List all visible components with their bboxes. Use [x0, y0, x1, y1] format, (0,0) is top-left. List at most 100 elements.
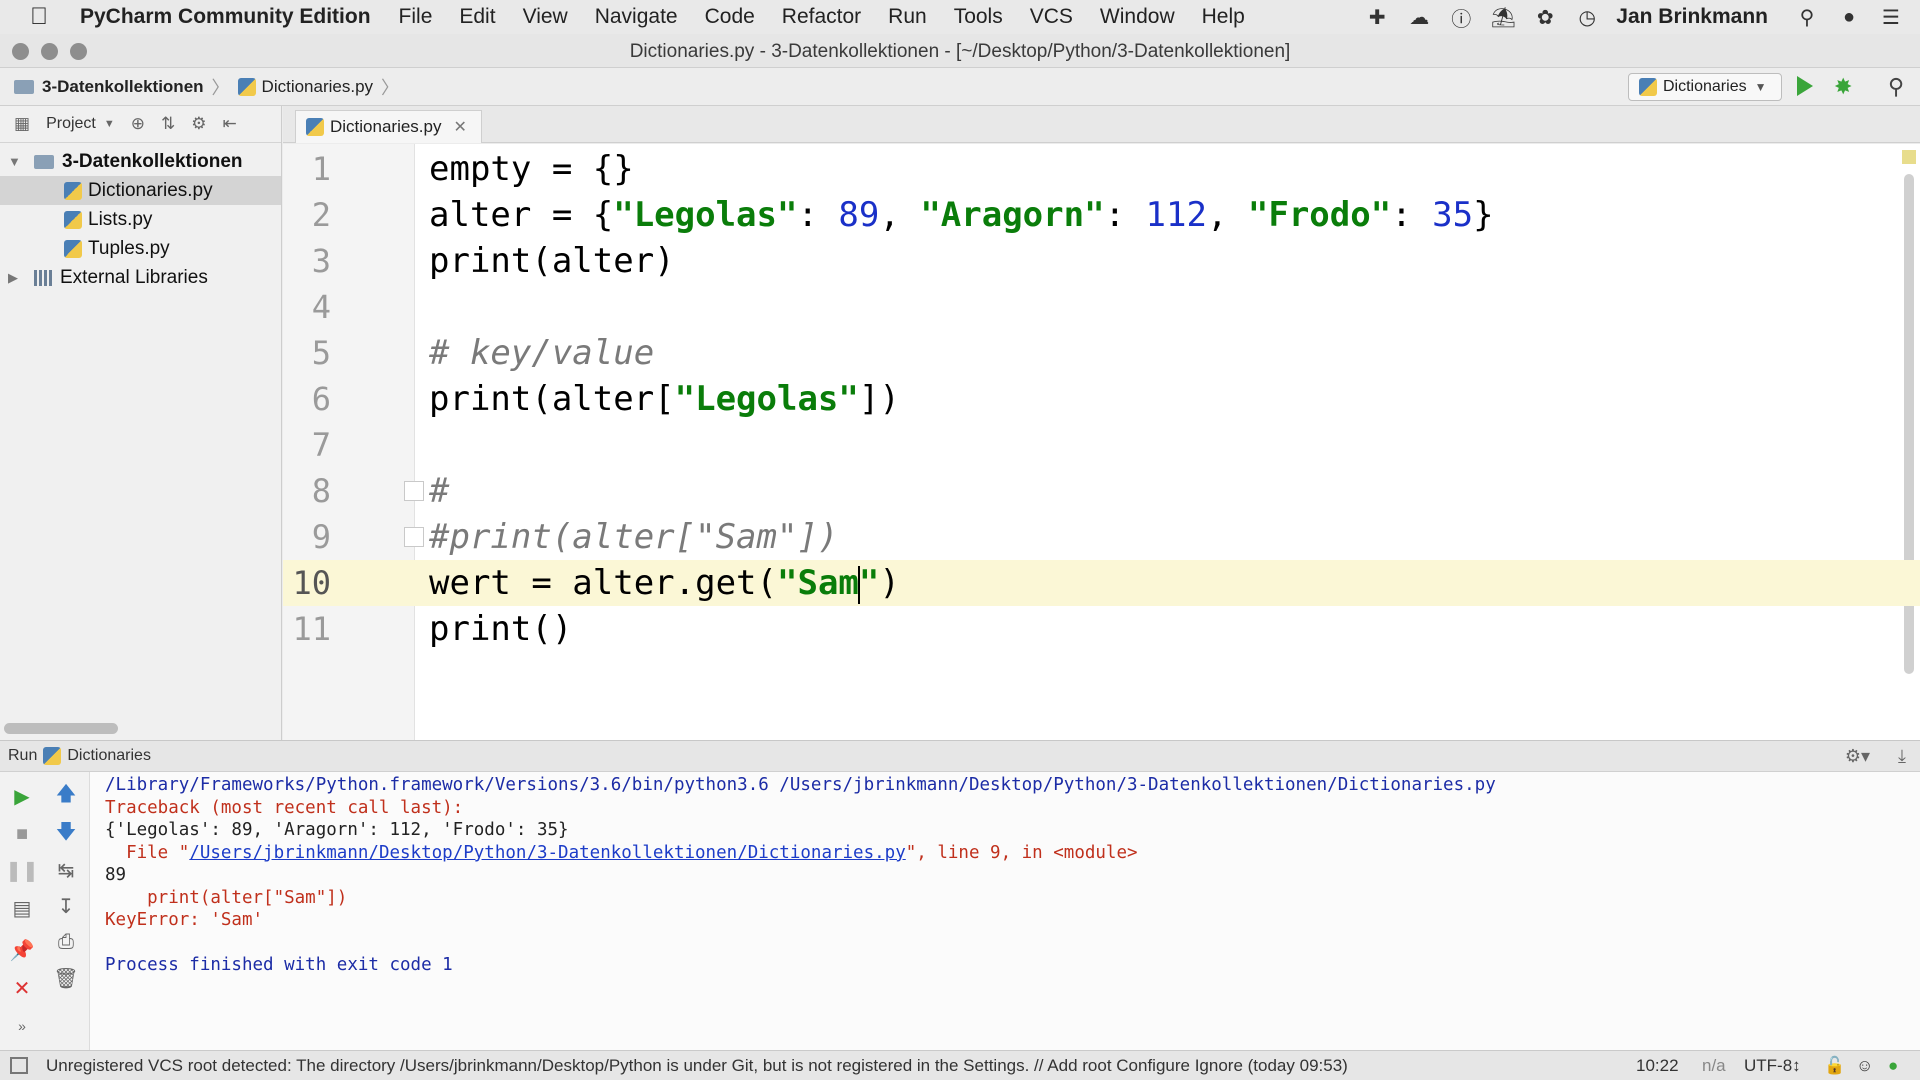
code-line[interactable]: 7 [283, 422, 1920, 468]
close-tab-icon[interactable]: ✕ [454, 117, 467, 137]
project-view-select[interactable]: Project [46, 115, 96, 133]
code-line[interactable]: 4 [283, 284, 1920, 330]
menu-window[interactable]: Window [1100, 5, 1175, 29]
menu-tools[interactable]: Tools [954, 5, 1003, 29]
tree-item-label: Tuples.py [88, 237, 170, 259]
run-configuration-label: Dictionaries [1663, 78, 1747, 95]
console-line: /Library/Frameworks/Python.framework/Ver… [105, 774, 1496, 797]
code-line[interactable]: 5 # key/value [283, 330, 1920, 376]
time-machine-icon[interactable]: ◷ [1574, 4, 1600, 30]
code-line[interactable]: 9 #print(alter["Sam"]) [283, 514, 1920, 560]
code-token: : [1391, 195, 1433, 235]
console-output[interactable]: /Library/Frameworks/Python.framework/Ver… [105, 774, 1496, 977]
status-message[interactable]: Unregistered VCS root detected: The dire… [46, 1056, 1348, 1076]
code-token: "Legolas" [674, 379, 859, 419]
plus-tray-icon[interactable]: ✚ [1364, 4, 1390, 30]
code-line[interactable]: 6 print(alter["Legolas"]) [283, 376, 1920, 422]
menu-file[interactable]: File [399, 5, 433, 29]
user-name[interactable]: Jan Brinkmann [1616, 5, 1768, 29]
search-everywhere-icon[interactable]: ⚲ [1888, 74, 1904, 100]
ghost-icon[interactable]: ⛱ [1490, 4, 1516, 30]
breadcrumb-project[interactable]: 3-Datenkollektionen [42, 77, 204, 97]
run-button[interactable] [1797, 76, 1813, 96]
collapse-all-icon[interactable]: ⇅ [161, 114, 175, 134]
tree-item-external-libraries[interactable]: ▶ External Libraries [0, 263, 281, 292]
menu-refactor[interactable]: Refactor [782, 5, 861, 29]
tree-item-tuples[interactable]: Tuples.py [0, 234, 281, 263]
gear-icon[interactable]: ⚙▾ [1845, 746, 1870, 767]
menu-view[interactable]: View [523, 5, 568, 29]
breadcrumb-file[interactable]: Dictionaries.py [262, 77, 374, 97]
apple-icon[interactable]:  [30, 3, 60, 31]
pin-tab-icon[interactable]: 📌 [8, 936, 36, 964]
code-line[interactable]: 10 wert = alter.get("Sam") [283, 560, 1920, 606]
run-panel-label[interactable]: Run [8, 747, 37, 765]
soft-wrap-icon[interactable]: ↹ [52, 856, 80, 884]
siri-icon[interactable]: ● [1836, 4, 1862, 30]
tree-item-lists[interactable]: Lists.py [0, 205, 281, 234]
lock-icon[interactable]: 🔓 [1824, 1056, 1845, 1076]
tab-dictionaries[interactable]: Dictionaries.py ✕ [295, 110, 482, 143]
close-icon[interactable]: ✕ [8, 974, 36, 1002]
console-file-link[interactable]: /Users/jbrinkmann/Desktop/Python/3-Daten… [189, 843, 905, 863]
trash-icon[interactable]: 🗑 [52, 964, 80, 992]
menu-navigate[interactable]: Navigate [595, 5, 678, 29]
arrow-down-icon[interactable]: 🡇 [52, 820, 80, 848]
more-icon[interactable]: » [8, 1012, 36, 1040]
rerun-icon[interactable]: ▶ [8, 782, 36, 810]
arrow-up-icon[interactable]: 🡅 [52, 782, 80, 810]
python-file-icon [237, 77, 256, 96]
code-line[interactable]: 3 print(alter) [283, 238, 1920, 284]
file-encoding[interactable]: UTF-8↕ [1744, 1056, 1801, 1076]
gear-icon[interactable]: ⚙ [191, 114, 206, 134]
run-panel: ▶ 🡅 ■ 🡇 ❚❚ ↹ ▤ ↧ ⎙ 📌 🗑 ✕ » /Library/Fram… [0, 772, 1920, 1050]
run-panel-config[interactable]: Dictionaries [67, 747, 151, 765]
spotlight-search-icon[interactable]: ⚲ [1794, 4, 1820, 30]
python-file-icon [43, 747, 62, 765]
app-name-menu[interactable]: PyCharm Community Edition [80, 5, 371, 29]
expand-arrow-icon[interactable]: ▶ [8, 270, 22, 286]
code-line[interactable]: 2 alter = {"Legolas": 89, "Aragorn": 112,… [283, 192, 1920, 238]
code-token: "Aragorn" [920, 195, 1105, 235]
password-manager-icon[interactable]: ⓘ [1448, 4, 1474, 31]
creative-cloud-icon[interactable]: ☁ [1406, 4, 1432, 30]
line-number: 7 [311, 426, 331, 464]
notification-center-icon[interactable]: ☰ [1878, 4, 1904, 30]
menubar-tray: ✚ ☁ ⓘ ⛱ ✿ ◷ Jan Brinkmann ⚲ ● ☰ [1364, 0, 1920, 34]
tool-windows-icon[interactable] [10, 1057, 28, 1074]
event-log-icon[interactable]: ● [1888, 1056, 1898, 1076]
stop-icon[interactable]: ■ [8, 820, 36, 848]
fold-marker-icon[interactable] [404, 527, 424, 547]
expand-arrow-icon[interactable]: ▼ [8, 154, 22, 169]
chevron-down-icon[interactable]: ▼ [104, 118, 115, 130]
code-line[interactable]: 1 empty = {} [283, 146, 1920, 192]
menu-help[interactable]: Help [1202, 5, 1245, 29]
leaf-icon[interactable]: ✿ [1532, 4, 1558, 30]
menu-edit[interactable]: Edit [459, 5, 495, 29]
fold-marker-icon[interactable] [404, 481, 424, 501]
code-token: : [797, 195, 839, 235]
scroll-to-end-icon[interactable]: ↧ [52, 892, 80, 920]
menu-vcs[interactable]: VCS [1030, 5, 1073, 29]
hide-panel-icon[interactable]: ⤓ [1898, 746, 1906, 767]
menu-code[interactable]: Code [705, 5, 755, 29]
inspector-icon[interactable]: ☺ [1856, 1056, 1873, 1076]
console-text: Process finished with exit code 1 [105, 955, 453, 975]
console-text: {'Legolas': 89, 'Aragorn': 112, 'Frodo':… [105, 820, 569, 840]
scroll-from-source-icon[interactable]: ⊕ [131, 114, 145, 134]
tree-item-dictionaries[interactable]: Dictionaries.py [0, 176, 281, 205]
code-line[interactable]: 11 print() [283, 606, 1920, 652]
line-separator[interactable]: n/a [1702, 1056, 1726, 1076]
restore-layout-icon[interactable]: ▤ [8, 894, 36, 922]
project-horizontal-scrollbar[interactable] [4, 723, 118, 734]
code-editor[interactable]: 1 empty = {} 2 alter = {"Legolas": 89, "Ara… [283, 144, 1920, 740]
menu-run[interactable]: Run [888, 5, 927, 29]
tree-item-project-folder[interactable]: ▼ 3-Datenkollektionen [0, 147, 281, 176]
print-icon[interactable]: ⎙ [52, 928, 80, 956]
hide-panel-icon[interactable]: ⇤ [223, 114, 237, 134]
run-configuration-select[interactable]: Dictionaries ▼ [1628, 73, 1782, 101]
pause-icon[interactable]: ❚❚ [5, 856, 39, 884]
cursor-position[interactable]: 10:22 [1636, 1056, 1679, 1076]
debug-button[interactable]: ✸ [1834, 74, 1852, 100]
code-line[interactable]: 8 # [283, 468, 1920, 514]
